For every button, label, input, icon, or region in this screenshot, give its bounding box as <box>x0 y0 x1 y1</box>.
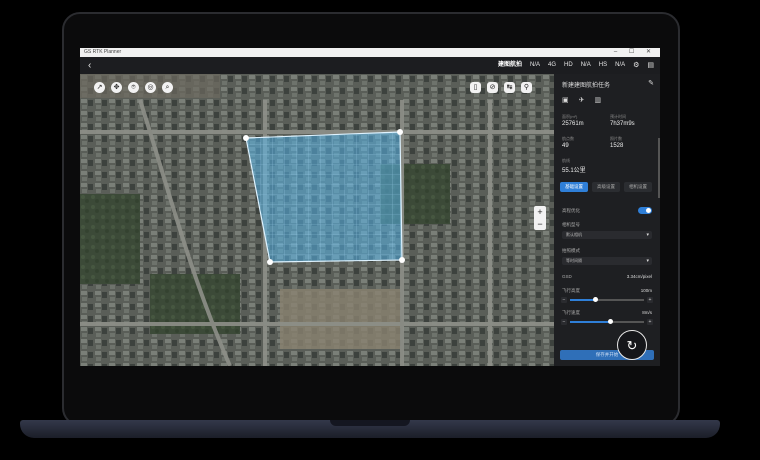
back-arrow-icon[interactable]: ‹ <box>88 57 91 74</box>
speed-value: 8m/s <box>642 310 652 315</box>
map-toolbar-left: ↗ ✥ ⌾ ◎ ⌕ <box>94 82 173 93</box>
height-value: 100m <box>640 288 652 293</box>
satellite-map[interactable]: ↗ ✥ ⌾ ◎ ⌕ ▯ ⊘ ↹ ⚲ + − <box>80 74 554 366</box>
refresh-icon[interactable]: ↻ <box>617 330 647 360</box>
target-icon[interactable]: ◎ <box>145 82 156 93</box>
panel-tabs: 基础设置 高级设置 相机设置 <box>560 182 652 192</box>
location-pin-icon[interactable]: ⌾ <box>128 82 139 93</box>
gsd-label: GSD <box>562 274 572 279</box>
elevation-toggle[interactable] <box>638 207 652 214</box>
stat-label: 面积(m²) <box>562 114 578 119</box>
signal-5: HS <box>598 62 608 68</box>
elevation-label: 高程优化 <box>562 208 580 213</box>
gsd-value: 3.34cm/pixel <box>626 274 652 279</box>
layer-icon[interactable]: ▯ <box>470 82 481 93</box>
tab-basic[interactable]: 基础设置 <box>560 182 588 192</box>
swap-icon[interactable]: ↹ <box>504 82 515 93</box>
app-topbar: ‹ 建图航拍 N/A 4G HD N/A HS N/A ⚙ ▤ <box>80 57 660 74</box>
clear-icon[interactable]: ⊘ <box>487 82 498 93</box>
signal-6: N/A <box>615 62 626 68</box>
import-icon[interactable]: ▥ <box>595 96 602 104</box>
mode-label: 建图航拍 <box>498 62 523 68</box>
signal-4: N/A <box>580 62 591 68</box>
stat-label: 航点数 <box>562 136 574 141</box>
map-toolbar-right: ▯ ⊘ ↹ ⚲ <box>470 82 532 93</box>
height-decrease-button[interactable]: − <box>561 297 567 303</box>
stat-label: 航线 <box>562 158 570 163</box>
zoom-in-button[interactable]: + <box>534 206 546 218</box>
height-slider[interactable] <box>570 297 644 302</box>
direction-icon[interactable]: ↗ <box>94 82 105 93</box>
zoom-control: + − <box>534 206 546 230</box>
camera-select[interactable]: 默认相机 <box>562 231 652 239</box>
speed-slider-fill <box>570 321 611 323</box>
panel-title: 新建建图航拍任务 <box>562 83 611 89</box>
speed-label: 飞行速度 <box>562 310 580 315</box>
menu-grid-icon[interactable]: ▤ <box>647 57 654 74</box>
laptop-notch <box>330 420 410 426</box>
settings-gear-icon[interactable]: ⚙ <box>633 57 639 74</box>
map-imagery <box>80 74 554 366</box>
window-controls[interactable]: – ☐ ✕ <box>614 48 656 57</box>
edit-pencil-icon[interactable]: ✎ <box>648 79 654 87</box>
stat-value: 55.1公里 <box>562 168 586 174</box>
photo-mode-label: 拍照模式 <box>562 248 580 253</box>
stat-value: 1528 <box>610 143 624 149</box>
speed-increase-button[interactable]: + <box>647 319 653 325</box>
window-title: GS RTK Planner <box>84 49 122 55</box>
photo-mode-select[interactable]: 等时间隔 <box>562 257 652 265</box>
height-increase-button[interactable]: + <box>647 297 653 303</box>
tab-advanced[interactable]: 高级设置 <box>592 182 620 192</box>
save-icon[interactable]: ▣ <box>562 96 569 104</box>
signal-1: N/A <box>530 62 541 68</box>
move-icon[interactable]: ✥ <box>111 82 122 93</box>
zoom-out-button[interactable]: − <box>534 218 546 230</box>
signal-2: 4G <box>548 62 557 68</box>
stat-value: 49 <box>562 143 569 149</box>
height-label: 飞行高度 <box>562 288 580 293</box>
stat-value: 25761m <box>562 121 584 127</box>
status-bar: 建图航拍 N/A 4G HD N/A HS N/A <box>498 57 625 74</box>
speed-decrease-button[interactable]: − <box>561 319 567 325</box>
speed-slider-knob[interactable] <box>608 319 614 324</box>
signal-3: HD <box>564 62 573 68</box>
compass-icon[interactable]: ⚲ <box>521 82 532 93</box>
app-screen: GS RTK Planner – ☐ ✕ ‹ 建图航拍 N/A 4G HD N/… <box>80 48 660 366</box>
window-titlebar: GS RTK Planner – ☐ ✕ <box>80 48 660 57</box>
camera-label: 相机型号 <box>562 222 580 227</box>
tab-camera[interactable]: 相机设置 <box>624 182 652 192</box>
panel-toolbar: ▣ ✈ ▥ <box>562 96 601 104</box>
stat-label: 预计时间 <box>610 114 626 119</box>
stat-label: 照片数 <box>610 136 622 141</box>
search-icon[interactable]: ⌕ <box>162 82 173 93</box>
panel-scrollbar[interactable] <box>658 138 660 198</box>
height-slider-knob[interactable] <box>593 297 599 302</box>
speed-slider[interactable] <box>570 319 644 324</box>
stat-value: 7h37m9s <box>610 121 635 127</box>
flight-icon[interactable]: ✈ <box>579 96 585 104</box>
mission-panel: 新建建图航拍任务 ✎ ▣ ✈ ▥ 面积(m²) 25761m 预计时间 7h37… <box>554 74 660 366</box>
height-slider-fill <box>570 299 596 301</box>
